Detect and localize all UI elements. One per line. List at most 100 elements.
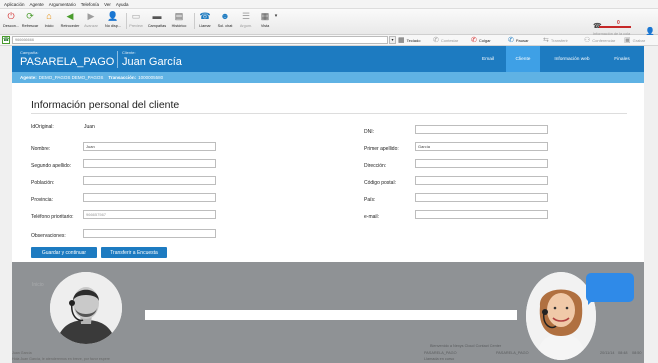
observaciones-field[interactable] <box>83 229 216 238</box>
id-original-label: IdOriginal: <box>31 124 54 130</box>
segundo-apellido-label: Segundo apellido: <box>31 163 72 169</box>
direccion-field[interactable] <box>415 159 548 168</box>
tab-informacion-web[interactable]: Información web <box>544 46 600 72</box>
pause-call-icon: ✆ <box>508 37 514 44</box>
script-button[interactable]: ☰ Argum. <box>238 11 254 33</box>
transaction-label: Transacción: <box>108 75 137 80</box>
pause-button[interactable]: ✆ Pausar <box>508 36 529 45</box>
campaign-header: Campaña: PASARELA_PAGO Cliente: Juan Gar… <box>12 46 644 72</box>
refresh-icon: ⟳ <box>26 11 34 21</box>
save-continue-button[interactable]: Guardar y continuar <box>31 247 97 258</box>
codigo-postal-field[interactable] <box>415 176 548 185</box>
dial-number-input[interactable]: 966666666 <box>12 36 388 44</box>
forward-button[interactable]: ▶ Avanzar <box>83 11 99 33</box>
tab-cliente[interactable]: Cliente <box>506 46 540 72</box>
refresh-button[interactable]: ⟳ Refrescar <box>22 11 38 33</box>
email-label: e-mail: <box>364 214 380 220</box>
menu-agente[interactable]: Agente <box>30 2 44 7</box>
answer-call-icon: ✆ <box>433 37 439 44</box>
folder-icon: ▬ <box>152 11 162 21</box>
transaction-id: 1000005580 <box>138 75 164 80</box>
primer-apellido-label: Primer apellido: <box>364 146 399 152</box>
preview-icon: ▭ <box>131 11 141 21</box>
line-status-icon: ☎ <box>2 36 10 44</box>
menu-argumentario[interactable]: Argumentario <box>49 2 76 7</box>
home-button[interactable]: ⌂ Inicio <box>43 11 55 33</box>
pais-field[interactable] <box>415 193 548 202</box>
email-field[interactable] <box>415 210 548 219</box>
nombre-field[interactable]: Juan <box>83 142 216 151</box>
preview-button[interactable]: ▭ Preview <box>128 11 144 33</box>
agent-info-bar: Agente: DEMO_PAGOS DEMO_PAGOS Transacció… <box>12 72 644 83</box>
telefono-prioritario-field[interactable]: 966657567 <box>83 210 216 219</box>
chat-welcome-text: Bienvenido a Nexys Cloud Contact Center <box>430 344 502 348</box>
direccion-label: Dirección: <box>364 163 387 169</box>
record-icon: ▣ <box>624 37 631 44</box>
chat-time-1: 08:48 <box>618 351 628 355</box>
pais-label: País: <box>364 197 376 203</box>
agent-status-icon: 👤 <box>107 11 119 21</box>
transfer-button[interactable]: ⇆ Transferir <box>543 36 568 45</box>
home-icon: ⌂ <box>46 11 52 21</box>
conference-icon: ⚇ <box>584 37 591 44</box>
nombre-label: Nombre: <box>31 146 51 152</box>
history-button[interactable]: ▤ Histórico <box>170 11 188 33</box>
chevron-down-icon: ▾ <box>274 13 278 19</box>
client-name: Juan García <box>122 56 182 68</box>
dni-field[interactable] <box>415 125 548 134</box>
campaign-label: Campaña: <box>20 50 39 55</box>
chat-bubble-tail <box>588 298 595 305</box>
observaciones-label: Observaciones: <box>31 233 66 239</box>
chat-campaign: PASARELA_PAGO <box>424 351 457 355</box>
conference-button[interactable]: ⚇ Conferenciar <box>584 36 615 45</box>
chat-watermark: Inicio <box>32 282 44 288</box>
hangup-button[interactable]: ✆ Colgar <box>471 36 491 45</box>
agent-name: DEMO_PAGOS DEMO_PAGOS <box>38 75 104 80</box>
tab-finales[interactable]: Finales <box>604 46 640 72</box>
male-agent-photo <box>50 272 122 344</box>
client-label: Cliente: <box>122 50 136 55</box>
record-button[interactable]: ▣ Grabar <box>624 36 645 45</box>
poblacion-field[interactable] <box>83 176 216 185</box>
disconnect-button[interactable]: ⏻ Descon... <box>3 11 19 33</box>
answer-button[interactable]: ✆ Contestar <box>433 36 458 45</box>
dial-dropdown[interactable]: ▾ <box>389 36 396 44</box>
transfer-survey-button[interactable]: Transferir a Encuesta <box>101 247 167 258</box>
id-original-value: Juan <box>84 124 95 130</box>
chat-panel: Inicio Juan García Hola Juan García, le … <box>12 262 644 363</box>
chat-agent-icon: ☻ <box>220 11 230 21</box>
tab-email[interactable]: Email <box>472 46 504 72</box>
call-button[interactable]: ☎ Llamar <box>198 11 212 33</box>
chat-message-input[interactable] <box>145 310 517 320</box>
segundo-apellido-field[interactable] <box>83 159 216 168</box>
queue-level-line <box>599 26 631 28</box>
primer-apellido-field[interactable]: García <box>415 142 548 151</box>
client-form-panel: Información personal del cliente IdOrigi… <box>12 83 644 262</box>
menu-telefonia[interactable]: Telefonía <box>81 2 99 7</box>
menu-ayuda[interactable]: Ayuda <box>116 2 129 7</box>
dni-label: DNI: <box>364 129 374 135</box>
campaigns-button[interactable]: ▬ Campañas <box>147 11 167 33</box>
menu-aplicacion[interactable]: Aplicación <box>4 2 25 7</box>
chat-campaign-secondary: PASARELA_PAGO <box>496 351 529 355</box>
keypad-button[interactable]: ▦ Teclado <box>398 36 420 45</box>
request-chat-button[interactable]: ☻ Sol. chat <box>216 11 234 33</box>
agent-status-button[interactable]: 👤 No disp... <box>103 11 123 33</box>
provincia-field[interactable] <box>83 193 216 202</box>
view-dropdown[interactable]: ▾ <box>273 11 279 33</box>
chevron-down-icon: ▾ <box>391 37 394 42</box>
view-icon: ▦ <box>260 11 270 21</box>
back-button[interactable]: ◀ Retroceder <box>60 11 80 33</box>
menu-bar: Aplicación Agente Argumentario Telefonía… <box>0 0 658 9</box>
campaign-name: PASARELA_PAGO <box>20 56 115 68</box>
forward-arrow-icon: ▶ <box>87 11 95 21</box>
provincia-label: Provincia: <box>31 197 53 203</box>
codigo-postal-label: Código postal: <box>364 180 396 186</box>
chat-time-2: 08:50 <box>632 351 642 355</box>
menu-ver[interactable]: Ver <box>104 2 111 7</box>
chat-footer-message: Hola Juan García, le atenderemos en brev… <box>12 357 110 361</box>
call-bar: ☎ 966666666 ▾ ▦ Teclado ✆ Contestar ✆ Co… <box>0 35 658 46</box>
phone-icon: ☎ <box>199 11 211 21</box>
chat-status-text: Llamada en curso <box>424 357 455 361</box>
back-arrow-icon: ◀ <box>66 11 74 21</box>
